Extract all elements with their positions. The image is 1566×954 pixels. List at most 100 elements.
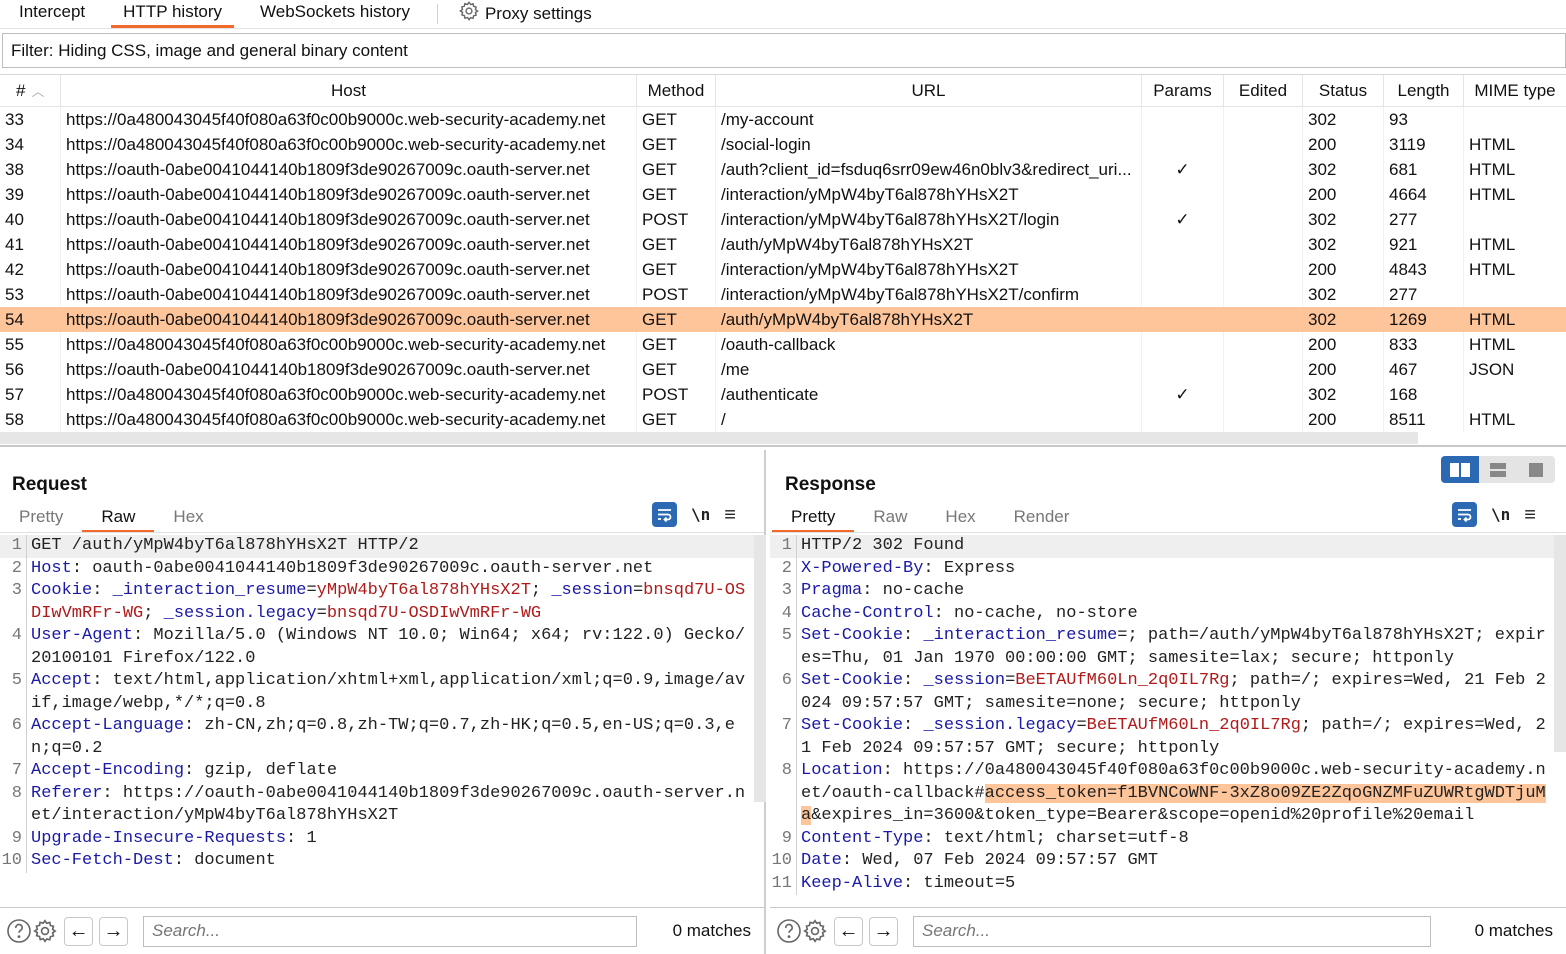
table-row[interactable]: 53 https://oauth-0abe0041044140b1809f3de9… <box>0 282 1566 307</box>
cell-host: https://oauth-0abe0041044140b1809f3de902… <box>61 182 637 207</box>
tab-proxy-settings[interactable]: Proxy settings <box>448 0 602 29</box>
response-vertical-scrollbar[interactable] <box>1554 535 1566 752</box>
show-newlines-button[interactable]: \n <box>1491 505 1510 524</box>
header-name: Set-Cookie <box>801 671 904 690</box>
header-name: Cookie <box>31 581 93 600</box>
layout-stacked-button[interactable] <box>1479 456 1517 483</box>
split-divider[interactable] <box>0 445 1566 447</box>
tab-separator <box>436 4 438 24</box>
request-editor[interactable]: 1 GET /auth/yMpW4byT6al878hYHsX2T HTTP/2 2… <box>0 535 754 907</box>
table-row[interactable]: 55 https://0a480043045f40f080a63f0c00b900… <box>0 332 1566 357</box>
line-number: 9 <box>770 827 797 850</box>
word-wrap-button[interactable] <box>652 502 677 527</box>
table-row[interactable]: 40 https://oauth-0abe0041044140b1809f3de9… <box>0 207 1566 232</box>
wrap-lines-icon <box>1458 509 1472 523</box>
settings-gear-icon[interactable] <box>802 918 828 944</box>
table-row[interactable]: 58 https://0a480043045f40f080a63f0c00b900… <box>0 407 1566 432</box>
http-history-table: # ︿ Host Method URL Params Edited Status … <box>0 74 1566 446</box>
cell-status: 200 <box>1303 132 1384 157</box>
cell-edited <box>1224 257 1303 282</box>
cell-url: /auth?client_id=fsduq6srr09ew46n0blv3&re… <box>716 157 1142 182</box>
previous-match-button[interactable]: ← <box>64 916 93 946</box>
proxy-tab-bar: Intercept HTTP history WebSockets histor… <box>0 0 1566 29</box>
filter-bar[interactable]: Filter: Hiding CSS, image and general bi… <box>2 33 1566 68</box>
response-tab-raw[interactable]: Raw <box>854 505 926 533</box>
response-editor[interactable]: 1 HTTP/2 302 Found 2 X-Powered-By: Express 3… <box>770 535 1554 907</box>
cell-host: https://0a480043045f40f080a63f0c00b9000c… <box>61 132 637 157</box>
cell-mime-type: HTML <box>1469 335 1516 354</box>
column-label: # <box>16 81 26 100</box>
table-row[interactable]: 39 https://oauth-0abe0041044140b1809f3de9… <box>0 182 1566 207</box>
column-header-params[interactable]: Params <box>1142 75 1224 106</box>
cell-edited <box>1224 357 1303 382</box>
next-match-button[interactable]: → <box>869 916 898 946</box>
column-header-method[interactable]: Method <box>637 75 716 106</box>
code-line: 2 X-Powered-By: Express <box>770 557 1554 580</box>
tab-http-history[interactable]: HTTP history <box>104 0 241 29</box>
help-icon[interactable] <box>776 918 802 944</box>
table-row[interactable]: 42 https://oauth-0abe0041044140b1809f3de9… <box>0 257 1566 282</box>
header-name: Sec-Fetch-Dest <box>31 851 174 870</box>
hamburger-menu-icon[interactable]: ≡ <box>1524 505 1536 525</box>
cell-number: 42 <box>0 257 61 282</box>
table-row[interactable]: 38 https://oauth-0abe0041044140b1809f3de9… <box>0 157 1566 182</box>
column-header-status[interactable]: Status <box>1303 75 1384 106</box>
cell-host: https://0a480043045f40f080a63f0c00b9000c… <box>61 382 637 407</box>
response-tab-pretty[interactable]: Pretty <box>772 505 855 533</box>
word-wrap-button[interactable] <box>1452 502 1477 527</box>
column-header-number[interactable]: # ︿ <box>0 75 61 106</box>
column-header-length[interactable]: Length <box>1384 75 1464 106</box>
cell-status: 200 <box>1303 407 1384 432</box>
request-search-input[interactable] <box>143 915 637 947</box>
hamburger-menu-icon[interactable]: ≡ <box>724 505 736 525</box>
settings-gear-icon[interactable] <box>32 918 58 944</box>
next-match-button[interactable]: → <box>99 916 128 946</box>
code-line: 3 Pragma: no-cache <box>770 580 1554 603</box>
line-content: Accept-Encoding: gzip, deflate <box>27 760 754 783</box>
arrow-right-icon: → <box>103 919 124 942</box>
response-tab-hex[interactable]: Hex <box>926 505 994 533</box>
table-row[interactable]: 57 https://0a480043045f40f080a63f0c00b900… <box>0 382 1566 407</box>
cell-mime-type: HTML <box>1469 410 1516 429</box>
cell-mime-type: HTML <box>1469 160 1516 179</box>
table-row[interactable]: 34 https://0a480043045f40f080a63f0c00b900… <box>0 132 1566 157</box>
cell-edited <box>1224 207 1303 232</box>
scrollbar-thumb[interactable] <box>0 432 1418 444</box>
column-header-mime-type[interactable]: MIME type <box>1464 75 1566 106</box>
text-segment: : <box>903 626 924 645</box>
cell-length: 4843 <box>1384 257 1464 282</box>
cell-edited <box>1224 282 1303 307</box>
layout-side-by-side-button[interactable] <box>1441 456 1479 483</box>
response-tab-render[interactable]: Render <box>995 505 1089 533</box>
request-tab-raw[interactable]: Raw <box>82 505 155 533</box>
table-body: 33 https://0a480043045f40f080a63f0c00b900… <box>0 107 1566 432</box>
tab-intercept[interactable]: Intercept <box>0 0 104 29</box>
previous-match-button[interactable]: ← <box>834 916 863 946</box>
table-row[interactable]: 56 https://oauth-0abe0041044140b1809f3de9… <box>0 357 1566 382</box>
response-search-input[interactable] <box>913 915 1431 947</box>
column-header-edited[interactable]: Edited <box>1224 75 1303 106</box>
cell-method: GET <box>637 257 716 282</box>
table-row[interactable]: 33 https://0a480043045f40f080a63f0c00b900… <box>0 107 1566 132</box>
text-segment: : gzip, deflate <box>184 761 338 780</box>
column-header-host[interactable]: Host <box>61 75 637 106</box>
header-name: Pragma <box>801 581 863 600</box>
request-view-tabs: Pretty Raw Hex <box>0 505 223 533</box>
request-tab-hex[interactable]: Hex <box>154 505 222 533</box>
horizontal-scrollbar[interactable] <box>0 432 1566 446</box>
table-row[interactable]: 41 https://oauth-0abe0041044140b1809f3de9… <box>0 232 1566 257</box>
layout-tabbed-button[interactable] <box>1517 456 1555 483</box>
table-row[interactable]: 54 https://oauth-0abe0041044140b1809f3de9… <box>0 307 1566 332</box>
request-vertical-scrollbar[interactable] <box>754 535 766 802</box>
column-header-url[interactable]: URL <box>716 75 1142 106</box>
cell-edited <box>1224 307 1303 332</box>
tab-websockets-history[interactable]: WebSockets history <box>241 0 429 29</box>
header-name: _session.legacy <box>923 716 1077 735</box>
show-newlines-button[interactable]: \n <box>691 505 710 524</box>
text-segment: : no-cache, no-store <box>933 603 1138 623</box>
help-icon[interactable] <box>6 918 32 944</box>
request-tab-pretty[interactable]: Pretty <box>0 505 82 533</box>
cell-params <box>1142 257 1224 282</box>
cell-url: /authenticate <box>716 382 1142 407</box>
line-number: 1 <box>0 535 27 558</box>
